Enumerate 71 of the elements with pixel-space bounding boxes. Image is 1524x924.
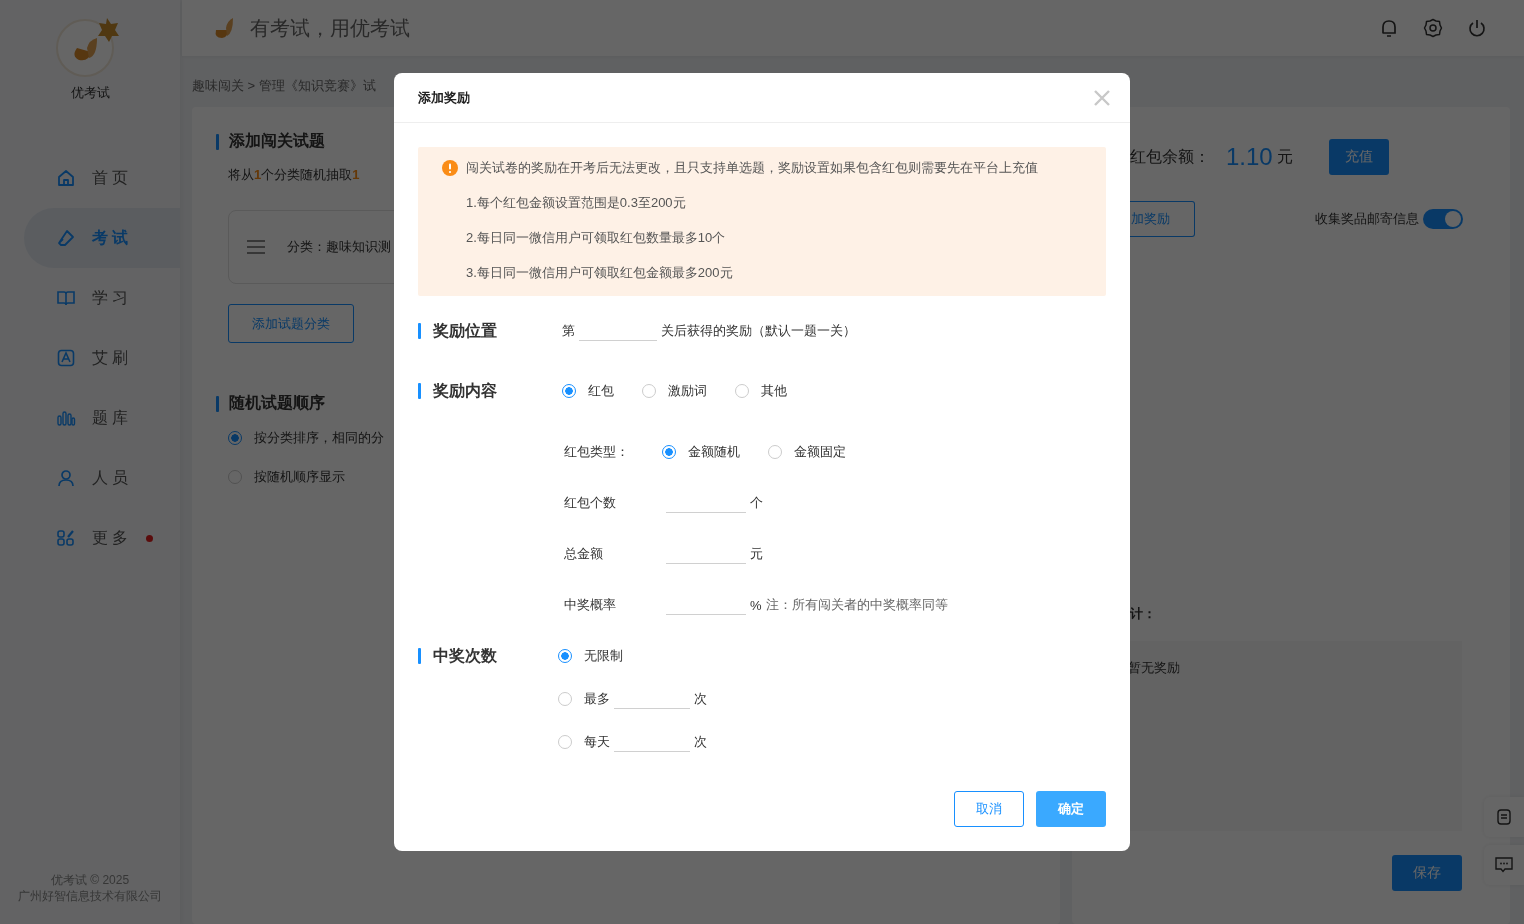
cancel-button[interactable]: 取消 — [954, 791, 1024, 827]
field-label: 奖励位置 — [433, 320, 497, 341]
balance-unit: 元 — [1276, 146, 1293, 167]
chat-icon — [1495, 857, 1513, 873]
balance-value: 1.10 — [1226, 143, 1273, 171]
suffix-text: 关后获得的奖励（默认一题一关） — [661, 322, 856, 340]
save-button[interactable]: 保存 — [1392, 855, 1462, 891]
field-label: 红包类型： — [564, 443, 630, 461]
nav-item[interactable]: 艾刷 — [24, 328, 180, 388]
radio-option[interactable]: 按分类排序，相同的分 — [228, 424, 384, 452]
section-title: 随机试题顺序 — [229, 393, 325, 413]
unit-text: 次 — [694, 733, 707, 751]
add-category-button[interactable]: 添加试题分类 — [228, 304, 354, 343]
nav-item[interactable]: 人员 — [24, 448, 180, 508]
toggle-switch[interactable] — [1423, 209, 1463, 229]
note-text: 注：所有闯关者的中奖概率同等 — [765, 596, 948, 614]
notice-text: 闯关试卷的奖励在开考后无法更改，且只支持单选题，奖励设置如果包含红包则需要先在平台上充值 — [466, 159, 1038, 177]
settings-icon[interactable] — [1423, 18, 1443, 38]
brand-name: 优考试 — [70, 84, 110, 102]
notice-item: 3.每日同一微信用户可领取红包金额最多200元 — [465, 264, 734, 282]
power-icon[interactable] — [1467, 18, 1487, 38]
home-icon — [56, 168, 76, 188]
confirm-button[interactable]: 确定 — [1036, 791, 1106, 827]
stats-label: 计： — [1130, 605, 1157, 623]
field-label: 中奖次数 — [433, 645, 497, 666]
bell-icon[interactable] — [1379, 18, 1399, 38]
nav-item[interactable]: 题库 — [24, 388, 180, 448]
document-icon — [1497, 809, 1511, 825]
unit-text: % — [750, 597, 762, 613]
close-icon[interactable] — [1094, 89, 1110, 106]
field-label: 红包个数 — [564, 494, 617, 512]
warning-icon — [442, 160, 458, 176]
logo-icon — [214, 16, 236, 40]
apps-icon — [56, 528, 76, 548]
drag-handle-icon[interactable] — [247, 240, 265, 254]
toggle-label: 收集奖品邮寄信息 — [1315, 210, 1419, 228]
radio-option[interactable]: 每天 — [558, 733, 610, 751]
category-label: 分类：趣味知识测 — [287, 238, 391, 256]
unit-text: 元 — [750, 545, 763, 563]
book-icon — [56, 288, 76, 308]
radio-option[interactable]: 金额随机 — [662, 443, 740, 461]
field-label: 中奖概率 — [564, 596, 617, 614]
field-label: 奖励内容 — [433, 380, 497, 401]
slogan: 有考试，用优考试 — [250, 15, 410, 41]
nav-item[interactable]: 更多 — [24, 508, 180, 568]
radio-option[interactable]: 金额固定 — [768, 443, 846, 461]
unit-text: 个 — [750, 494, 763, 512]
nav-item[interactable]: 考试 — [24, 208, 180, 268]
nav-item[interactable]: 学习 — [24, 268, 180, 328]
section-title: 添加闯关试题 — [229, 131, 325, 151]
dialog-title: 添加奖励 — [418, 88, 470, 107]
radio-option[interactable]: 激励词 — [642, 382, 707, 400]
radio-option[interactable]: 红包 — [562, 382, 614, 400]
nav-item[interactable]: 首页 — [24, 148, 180, 208]
field-label: 总金额 — [564, 545, 604, 563]
eraser-icon — [56, 228, 76, 248]
radio-option[interactable]: 无限制 — [558, 647, 623, 665]
notice-item: 2.每日同一微信用户可领取红包数量最多10个 — [465, 229, 727, 247]
radio-option[interactable]: 其他 — [735, 382, 787, 400]
bar-chart-icon — [56, 408, 76, 428]
summary-text: 将从1个分类随机抽取1 — [228, 166, 360, 184]
letter-a-icon — [56, 348, 76, 368]
recharge-button[interactable]: 充值 — [1328, 139, 1389, 175]
radio-option[interactable]: 按随机顺序显示 — [228, 463, 345, 491]
balance-label: 红包余额： — [1130, 146, 1210, 167]
person-icon — [56, 468, 76, 488]
empty-text: 暂无奖励 — [1128, 660, 1180, 675]
radio-option[interactable]: 最多 — [558, 690, 610, 708]
notice-item: 1.每个红包金额设置范围是0.3至200元 — [465, 194, 687, 212]
prefix-text: 第 — [562, 322, 575, 340]
unit-text: 次 — [694, 690, 707, 708]
